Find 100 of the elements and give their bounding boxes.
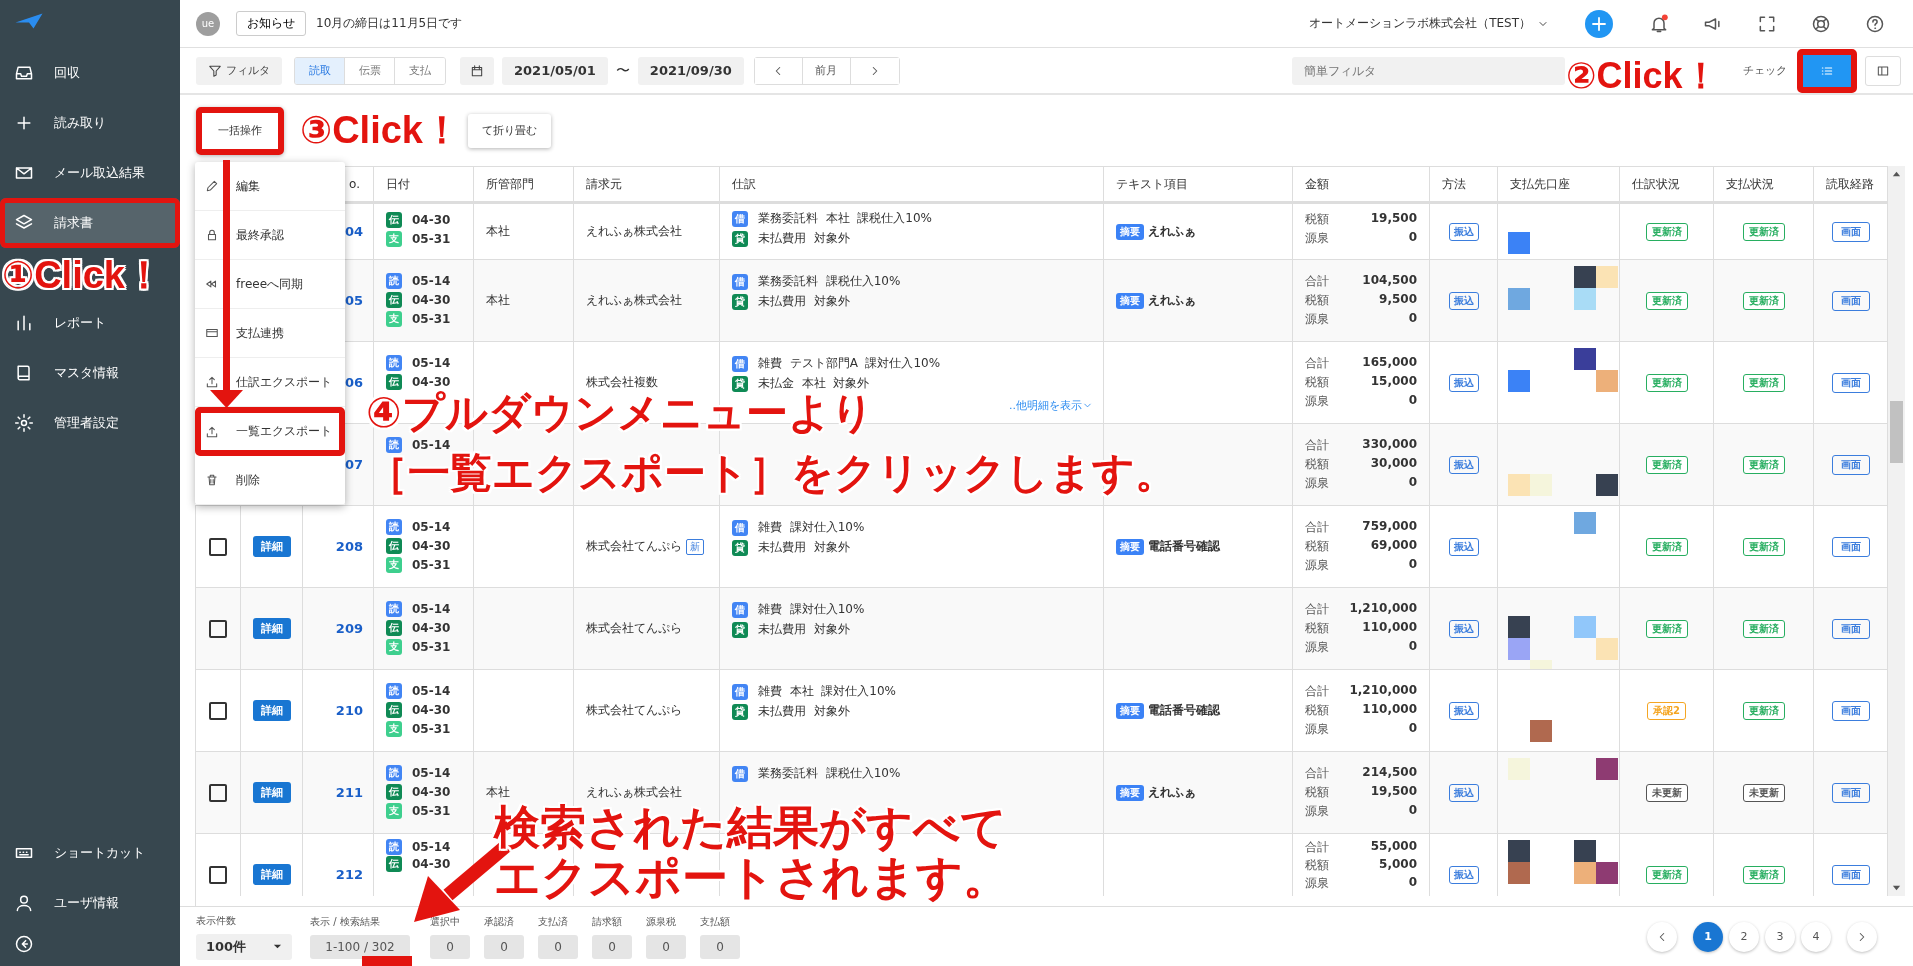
add-icon[interactable]: [1585, 9, 1613, 38]
invoice-number[interactable]: 212: [335, 867, 363, 882]
detail-button[interactable]: 詳細: [252, 864, 291, 885]
journal-side-tag: 借: [732, 683, 748, 700]
scrollbar-thumb[interactable]: [1890, 401, 1903, 463]
payment-status-badge: 更新済: [1742, 701, 1785, 720]
invoice-number[interactable]: 04: [344, 224, 363, 239]
journal-side-tag: 貸: [732, 375, 748, 392]
journal-status-badge: 更新済: [1645, 222, 1688, 241]
detail-button[interactable]: 詳細: [252, 782, 291, 803]
client-name: 株式会社てんぷら: [586, 538, 682, 555]
route-badge[interactable]: 画面: [1831, 290, 1870, 311]
journal-text: 未払費用 対象外: [758, 230, 850, 247]
date-tag: 伝: [386, 620, 402, 636]
route-badge[interactable]: 画面: [1831, 700, 1870, 721]
route-badge[interactable]: 画面: [1831, 864, 1870, 885]
sidebar-item[interactable]: メール取込結果: [0, 148, 180, 198]
page-button[interactable]: 2: [1729, 921, 1759, 952]
amount-value: 0: [1408, 557, 1417, 573]
amount-label: 源泉: [1305, 311, 1329, 328]
invoice-number[interactable]: 07: [344, 457, 363, 472]
page-button[interactable]: 1: [1693, 921, 1723, 952]
route-badge[interactable]: 画面: [1831, 782, 1870, 803]
date-tag: 読: [386, 839, 402, 855]
bulk-action-button[interactable]: 一括操作: [196, 106, 284, 155]
help-icon[interactable]: [1865, 13, 1885, 34]
trash-icon: [205, 473, 219, 487]
payment-status-badge: 未更新: [1742, 783, 1785, 802]
scroll-down-icon[interactable]: [1892, 883, 1901, 892]
row-checkbox[interactable]: [209, 537, 227, 556]
journal-side-tag: 貸: [732, 703, 748, 720]
date-tag: 支: [386, 311, 402, 327]
sidebar-item[interactable]: レポート: [0, 298, 180, 348]
journal-text: 未払費用 対象外: [758, 293, 850, 310]
annotation-text: ①Click！: [2, 254, 163, 296]
source-tab[interactable]: 読取: [295, 57, 345, 84]
route-badge[interactable]: 画面: [1831, 618, 1870, 639]
page-button[interactable]: 4: [1801, 921, 1831, 952]
sync-icon: [205, 277, 219, 291]
route-badge[interactable]: 画面: [1831, 454, 1870, 475]
filter-icon: [208, 63, 222, 78]
scrollbar[interactable]: [1888, 166, 1905, 896]
summary-text: 電話番号確認: [1148, 538, 1220, 555]
route-badge[interactable]: 画面: [1831, 536, 1870, 557]
date-to-field[interactable]: 2021/09/30: [637, 56, 744, 85]
row-checkbox[interactable]: [209, 619, 227, 638]
more-details-link[interactable]: ..他明細を表示: [1009, 398, 1093, 413]
invoice-number[interactable]: 209: [335, 621, 363, 636]
payment-status-badge: 更新済: [1742, 455, 1785, 474]
invoice-number[interactable]: 06: [344, 375, 363, 390]
date-text: 04-30: [412, 785, 451, 799]
date-from-field[interactable]: 2021/05/01: [502, 56, 608, 85]
menu-item[interactable]: 一覧エクスポート: [195, 407, 345, 456]
summary-text: えれふぁ: [1148, 292, 1196, 309]
journal-status-badge: 未更新: [1645, 783, 1688, 802]
sidebar-item[interactable]: 請求書: [0, 198, 180, 248]
sidebar-item[interactable]: ショートカット: [0, 828, 180, 878]
row-checkbox[interactable]: [209, 865, 227, 884]
page-size-select[interactable]: 100件: [196, 933, 292, 960]
amount-value: 0: [1408, 311, 1417, 327]
view-toggle[interactable]: [1797, 48, 1857, 93]
bulk-action-button[interactable]: て折り畳む: [468, 113, 551, 148]
amount-label: 合計: [1305, 355, 1329, 372]
sidebar-item[interactable]: マスタ情報: [0, 348, 180, 398]
row-checkbox[interactable]: [209, 701, 227, 720]
column-header: 所管部門: [486, 175, 534, 193]
amount-label: 源泉: [1305, 803, 1329, 820]
card-icon: [205, 326, 219, 340]
quick-filter-field[interactable]: 簡単フィルタ: [1292, 56, 1565, 85]
invoice-number[interactable]: 208: [335, 539, 363, 554]
date-tag: 読: [386, 683, 402, 699]
method-badge: 振込: [1448, 619, 1479, 638]
filter-button[interactable]: フィルタ: [196, 56, 282, 85]
route-badge[interactable]: 画面: [1831, 221, 1870, 242]
invoice-number[interactable]: 05: [344, 293, 363, 308]
scroll-up-icon[interactable]: [1892, 170, 1901, 179]
sidebar-item[interactable]: 読み取り: [0, 98, 180, 148]
collapse-icon[interactable]: [14, 934, 34, 954]
invoice-number[interactable]: 210: [335, 703, 363, 718]
notice-button[interactable]: お知らせ: [236, 11, 306, 36]
sidebar-item[interactable]: 回収: [0, 48, 180, 98]
method-badge: 振込: [1448, 222, 1479, 241]
detail-button[interactable]: 詳細: [252, 536, 291, 557]
journal-text: 雑費 本社 課対仕入10%: [758, 683, 896, 700]
column-header: 仕訳: [732, 175, 756, 193]
bell-icon[interactable]: [1649, 13, 1669, 34]
invoice-number[interactable]: 211: [335, 785, 363, 800]
detail-button[interactable]: 詳細: [252, 700, 291, 721]
sidebar-item[interactable]: 管理者設定: [0, 398, 180, 448]
lifebuoy-icon[interactable]: [1811, 13, 1831, 34]
calendar-button[interactable]: [460, 56, 494, 85]
page-button[interactable]: 3: [1765, 921, 1795, 952]
journal-side-tag: 借: [732, 519, 748, 536]
row-checkbox[interactable]: [209, 783, 227, 802]
company-selector[interactable]: オートメーションラボ株式会社（TEST）: [1309, 15, 1549, 32]
amount-value: 15,000: [1370, 374, 1417, 390]
detail-button[interactable]: 詳細: [252, 618, 291, 639]
menu-item[interactable]: 削除: [195, 456, 345, 505]
route-badge[interactable]: 画面: [1831, 372, 1870, 393]
sidebar-item[interactable]: ユーザ情報: [0, 878, 180, 928]
